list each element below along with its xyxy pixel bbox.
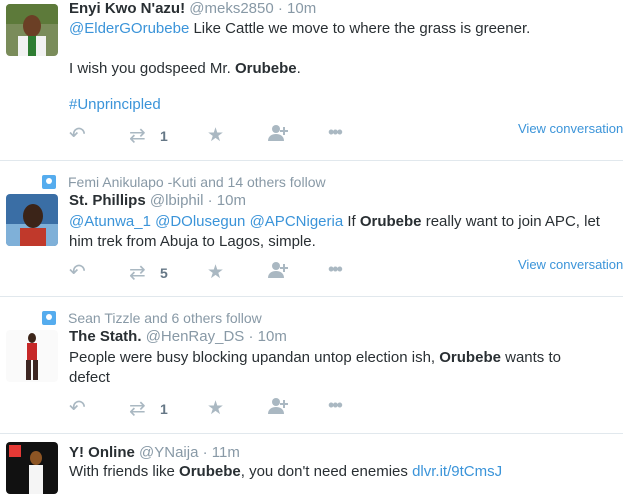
follow-context: Femi Anikulapo -Kuti and 14 others follo… <box>42 174 326 190</box>
tweet-header: Enyi Kwo N'azu! @meks2850 · 10m <box>69 0 317 17</box>
retweet-count: 1 <box>160 128 168 144</box>
timestamp[interactable]: 10m <box>287 0 316 17</box>
more-icon[interactable]: ••• <box>328 395 343 416</box>
tweet-text-segment: really want to join APC, let <box>421 213 600 230</box>
more-icon[interactable]: ••• <box>328 259 343 280</box>
follow-icon[interactable] <box>267 261 289 284</box>
favorite-icon[interactable]: ★ <box>207 397 224 420</box>
hashtag-link[interactable]: #Unprincipled <box>69 96 161 113</box>
tweet-text: defect <box>69 369 110 386</box>
tweet-text-segment: I wish you godspeed Mr. <box>69 60 235 77</box>
highlighted-term: Orubebe <box>234 60 297 77</box>
mention-link[interactable]: @Atunwa_1 <box>69 213 151 230</box>
handle[interactable]: @lbiphil <box>150 192 204 209</box>
tweet-text: him trek from Abuja to Lagos, simple. <box>69 233 316 250</box>
highlighted-term: Orubebe <box>439 349 501 366</box>
timestamp[interactable]: 10m <box>217 192 246 209</box>
reply-icon[interactable]: ↶ <box>69 122 86 147</box>
timestamp[interactable]: 11m <box>212 444 240 461</box>
follow-context-text[interactable]: Sean Tizzle and 6 others follow <box>68 310 262 326</box>
tweet-text-segment: wants to <box>500 349 561 366</box>
display-name[interactable]: Enyi Kwo N'azu! <box>69 0 185 17</box>
avatar[interactable] <box>6 4 58 56</box>
follow-context-icon <box>42 311 56 325</box>
avatar[interactable] <box>6 194 58 246</box>
tweet-text-segment: If <box>343 213 360 230</box>
tweet-text-segment: , you don't need enemies <box>240 463 413 480</box>
tweet: Enyi Kwo N'azu! @meks2850 · 10m @ElderGO… <box>0 0 623 161</box>
tweet-header: The Stath. @HenRay_DS · 10m <box>69 328 287 345</box>
mention-link[interactable]: @APCNigeria <box>250 213 344 230</box>
follow-icon[interactable] <box>267 124 289 147</box>
tweet-text-segment: . <box>296 60 301 77</box>
follow-context: Sean Tizzle and 6 others follow <box>42 310 262 326</box>
follow-context-text[interactable]: Femi Anikulapo -Kuti and 14 others follo… <box>68 174 326 190</box>
display-name[interactable]: The Stath. <box>69 328 142 345</box>
tweet: Y! Online @YNaija · 11m With friends lik… <box>0 434 623 495</box>
favorite-icon[interactable]: ★ <box>207 261 224 284</box>
tweet-text: @ElderGOrubebe Like Cattle we move to wh… <box>69 19 619 39</box>
display-name[interactable]: St. Phillips <box>69 192 146 209</box>
avatar[interactable] <box>6 442 58 494</box>
view-conversation-link[interactable]: View conversation <box>518 257 623 272</box>
retweet-count: 5 <box>160 265 168 281</box>
retweet-icon[interactable]: ⇄ <box>129 260 146 285</box>
highlighted-term: Orubebe <box>179 463 241 480</box>
tweet-text: @Atunwa_1 @DOlusegun @APCNigeria If Orub… <box>69 212 619 232</box>
favorite-icon[interactable]: ★ <box>207 124 224 147</box>
tweet-text: #Unprincipled <box>69 95 619 115</box>
mention-link[interactable]: @DOlusegun <box>155 213 245 230</box>
avatar-image <box>6 194 58 246</box>
tweet: Femi Anikulapo -Kuti and 14 others follo… <box>0 161 623 297</box>
display-name[interactable]: Y! Online <box>69 444 135 461</box>
avatar-image <box>6 330 58 382</box>
tweet-text-segment: With friends like <box>69 463 180 480</box>
handle[interactable]: @meks2850 <box>189 0 273 17</box>
tweet-text: I wish you godspeed Mr. Orubebe. <box>69 59 619 79</box>
tweet-text-segment: Like Cattle we move to where the grass i… <box>189 20 531 37</box>
avatar-image <box>6 4 58 56</box>
mention-link[interactable]: @ElderGOrubebe <box>69 20 189 37</box>
follow-icon[interactable] <box>267 397 289 420</box>
retweet-icon[interactable]: ⇄ <box>129 123 146 148</box>
highlighted-term: Orubebe <box>359 213 422 230</box>
tweet-header: St. Phillips @lbiphil · 10m <box>69 192 246 209</box>
more-icon[interactable]: ••• <box>328 122 343 143</box>
tweet-header: Y! Online @YNaija · 11m <box>69 444 240 461</box>
handle[interactable]: @YNaija <box>139 444 198 461</box>
tweet: Sean Tizzle and 6 others follow The Stat… <box>0 297 623 434</box>
retweet-icon[interactable]: ⇄ <box>129 396 146 421</box>
retweet-count: 1 <box>160 401 168 417</box>
url-link[interactable]: dlvr.it/9tCmsJ <box>412 463 502 480</box>
follow-context-icon <box>42 175 56 189</box>
reply-icon[interactable]: ↶ <box>69 259 86 284</box>
handle[interactable]: @HenRay_DS <box>146 328 245 345</box>
tweet-text-segment: People were busy blocking upandan untop … <box>69 349 440 366</box>
reply-icon[interactable]: ↶ <box>69 395 86 420</box>
tweet-text: People were busy blocking upandan untop … <box>69 348 619 368</box>
avatar[interactable] <box>6 330 58 382</box>
avatar-image <box>6 442 58 494</box>
tweet-text: With friends like Orubebe, you don't nee… <box>69 462 619 482</box>
view-conversation-link[interactable]: View conversation <box>518 121 623 136</box>
timestamp[interactable]: 10m <box>258 328 287 345</box>
